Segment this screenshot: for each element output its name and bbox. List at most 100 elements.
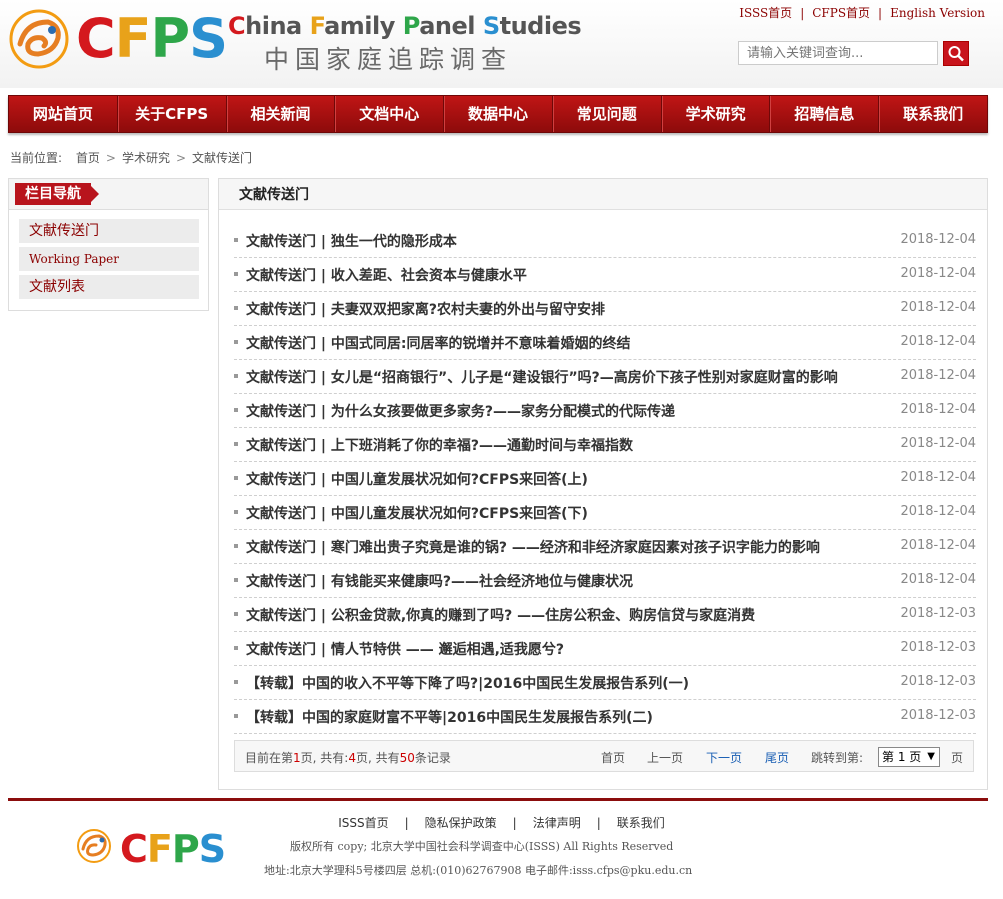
search-input[interactable] xyxy=(738,41,938,65)
bullet-icon xyxy=(234,544,238,548)
sidebar-item-working-paper[interactable]: Working Paper xyxy=(19,247,199,271)
title-en-c: C xyxy=(228,12,246,40)
nav-item-contact[interactable]: 联系我们 xyxy=(879,96,987,132)
bullet-icon xyxy=(234,612,238,616)
breadcrumb-home[interactable]: 首页 xyxy=(76,151,100,165)
footer-link-privacy[interactable]: 隐私保护政策 xyxy=(425,816,497,830)
list-item: 文献传送门 | 女儿是“招商银行”、儿子是“建设银行”吗?—高房价下孩子性别对家… xyxy=(234,360,976,394)
site-title-zh: 中国家庭追踪调查 xyxy=(264,45,513,74)
site-header: CFPS China Family Panel Studies 中国家庭追踪调查… xyxy=(0,0,1003,88)
article-date: 2018-12-04 xyxy=(900,436,976,451)
site-title-en: China Family Panel Studies xyxy=(228,12,582,40)
article-link[interactable]: 文献传送门 | 收入差距、社会资本与健康水平 xyxy=(246,265,902,285)
nav-item-docs[interactable]: 文档中心 xyxy=(335,96,445,132)
prev-page-link[interactable]: 上一页 xyxy=(647,749,683,766)
list-item: 文献传送门 | 独生一代的隐形成本 2018-12-04 xyxy=(234,224,976,258)
article-link[interactable]: 【转载】中国的家庭财富不平等|2016中国民生发展报告系列(二) xyxy=(246,707,902,727)
first-page-link[interactable]: 首页 xyxy=(601,749,625,766)
article-link[interactable]: 文献传送门 | 女儿是“招商银行”、儿子是“建设银行”吗?—高房价下孩子性别对家… xyxy=(246,367,902,387)
title-en-s: S xyxy=(482,12,500,40)
article-date: 2018-12-04 xyxy=(900,538,976,553)
sidebar-item-gateway[interactable]: 文献传送门 xyxy=(19,219,199,243)
footer-address: 地址:北京大学理科5号楼四层 总机:(010)62767908 电子邮件:iss… xyxy=(264,864,693,877)
bullet-icon xyxy=(234,578,238,582)
article-date: 2018-12-03 xyxy=(900,606,976,621)
cfps-logo-icon[interactable] xyxy=(8,8,70,70)
article-link[interactable]: 文献传送门 | 中国儿童发展状况如何?CFPS来回答(上) xyxy=(246,469,902,489)
footer-logo-text: CFPS xyxy=(120,827,226,871)
sidebar-title: 栏目导航 xyxy=(15,183,99,205)
breadcrumb-prefix: 当前位置: xyxy=(10,151,63,165)
sidebar-item-literature-list[interactable]: 文献列表 xyxy=(19,275,199,299)
bullet-icon xyxy=(234,646,238,650)
cfps-logo-text[interactable]: CFPS xyxy=(76,6,228,72)
cfps-home-link[interactable]: CFPS首页 xyxy=(812,6,870,20)
article-link[interactable]: 文献传送门 | 情人节特供 —— 邂逅相遇,适我愿兮? xyxy=(246,639,902,659)
logo-letter-s: S xyxy=(189,7,228,70)
search-button[interactable] xyxy=(943,41,969,66)
article-link[interactable]: 【转载】中国的收入不平等下降了吗?|2016中国民生发展报告系列(一) xyxy=(246,673,902,693)
article-date: 2018-12-04 xyxy=(900,572,976,587)
nav-item-faq[interactable]: 常见问题 xyxy=(553,96,662,132)
article-date: 2018-12-04 xyxy=(900,368,976,383)
english-version-link[interactable]: English Version xyxy=(890,6,985,20)
list-item: 文献传送门 | 情人节特供 —— 邂逅相遇,适我愿兮? 2018-12-03 xyxy=(234,632,976,666)
next-page-link[interactable]: 下一页 xyxy=(706,749,742,766)
nav-item-data[interactable]: 数据中心 xyxy=(444,96,553,132)
footer-link-contact[interactable]: 联系我们 xyxy=(617,816,665,830)
list-item: 文献传送门 | 夫妻双双把家离?农村夫妻的外出与留守安排 2018-12-04 xyxy=(234,292,976,326)
breadcrumb-separator-icon: > xyxy=(175,151,187,165)
article-link[interactable]: 文献传送门 | 寒门难出贵子究竟是谁的锅? ——经济和非经济家庭因素对孩子识字能… xyxy=(246,537,902,557)
nav-item-about[interactable]: 关于CFPS xyxy=(118,96,227,132)
last-page-link[interactable]: 尾页 xyxy=(765,749,789,766)
logo-letter-f: F xyxy=(114,7,152,70)
total-pages: 4 xyxy=(348,751,356,765)
list-item: 文献传送门 | 中国式同居:同居率的锐增并不意味着婚姻的终结 2018-12-04 xyxy=(234,326,976,360)
bullet-icon xyxy=(234,374,238,378)
bullet-icon xyxy=(234,442,238,446)
article-link[interactable]: 文献传送门 | 为什么女孩要做更多家务?——家务分配模式的代际传递 xyxy=(246,401,902,421)
article-date: 2018-12-03 xyxy=(900,674,976,689)
pagination: 目前在第1页, 共有:4页, 共有50条记录 首页 上一页 下一页 尾页 跳转到… xyxy=(234,740,974,772)
logo-letter-c: C xyxy=(76,7,116,70)
article-link[interactable]: 文献传送门 | 公积金贷款,你真的赚到了吗? ——住房公积金、购房信贷与家庭消费 xyxy=(246,605,902,625)
current-page: 1 xyxy=(293,751,301,765)
title-en-amily: amily xyxy=(324,12,403,40)
bullet-icon xyxy=(234,680,238,684)
nav-item-research[interactable]: 学术研究 xyxy=(662,96,771,132)
nav-item-jobs[interactable]: 招聘信息 xyxy=(770,96,880,132)
article-date: 2018-12-03 xyxy=(900,708,976,723)
footer-link-isss[interactable]: ISSS首页 xyxy=(338,816,388,830)
page-select[interactable]: 第 1 页 ▼ xyxy=(878,747,940,767)
footer-link-legal[interactable]: 法律声明 xyxy=(533,816,581,830)
main-nav: 网站首页 关于CFPS 相关新闻 文档中心 数据中心 常见问题 学术研究 招聘信… xyxy=(8,95,988,133)
article-list: 文献传送门 | 独生一代的隐形成本 2018-12-04 文献传送门 | 收入差距… xyxy=(234,224,976,734)
article-link[interactable]: 文献传送门 | 中国儿童发展状况如何?CFPS来回答(下) xyxy=(246,503,902,523)
list-item: 文献传送门 | 中国儿童发展状况如何?CFPS来回答(上) 2018-12-04 xyxy=(234,462,976,496)
breadcrumb-current[interactable]: 文献传送门 xyxy=(192,151,252,165)
footer-logo-icon xyxy=(77,829,111,863)
list-item: 【转载】中国的家庭财富不平等|2016中国民生发展报告系列(二) 2018-12-… xyxy=(234,700,976,734)
breadcrumb-research[interactable]: 学术研究 xyxy=(122,151,170,165)
isss-home-link[interactable]: ISSS首页 xyxy=(739,6,792,20)
bullet-icon xyxy=(234,272,238,276)
main-header: 文献传送门 xyxy=(219,179,987,210)
title-en-anel: anel xyxy=(419,12,483,40)
list-item: 【转载】中国的收入不平等下降了吗?|2016中国民生发展报告系列(一) 2018-… xyxy=(234,666,976,700)
article-link[interactable]: 文献传送门 | 夫妻双双把家离?农村夫妻的外出与留守安排 xyxy=(246,299,902,319)
sidebar-header: 栏目导航 xyxy=(9,179,208,210)
nav-item-home[interactable]: 网站首页 xyxy=(9,96,118,132)
bullet-icon xyxy=(234,714,238,718)
list-item: 文献传送门 | 上下班消耗了你的幸福?——通勤时间与幸福指数 2018-12-04 xyxy=(234,428,976,462)
article-link[interactable]: 文献传送门 | 有钱能买来健康吗?——社会经济地位与健康状况 xyxy=(246,571,902,591)
sidebar: 栏目导航 文献传送门 Working Paper 文献列表 xyxy=(8,178,209,311)
article-link[interactable]: 文献传送门 | 中国式同居:同居率的锐增并不意味着婚姻的终结 xyxy=(246,333,902,353)
bullet-icon xyxy=(234,238,238,242)
article-link[interactable]: 文献传送门 | 独生一代的隐形成本 xyxy=(246,231,902,251)
nav-item-news[interactable]: 相关新闻 xyxy=(227,96,336,132)
breadcrumb: 当前位置: 首页 > 学术研究 > 文献传送门 xyxy=(10,149,252,166)
bullet-icon xyxy=(234,476,238,480)
article-link[interactable]: 文献传送门 | 上下班消耗了你的幸福?——通勤时间与幸福指数 xyxy=(246,435,902,455)
article-date: 2018-12-04 xyxy=(900,300,976,315)
article-date: 2018-12-04 xyxy=(900,470,976,485)
